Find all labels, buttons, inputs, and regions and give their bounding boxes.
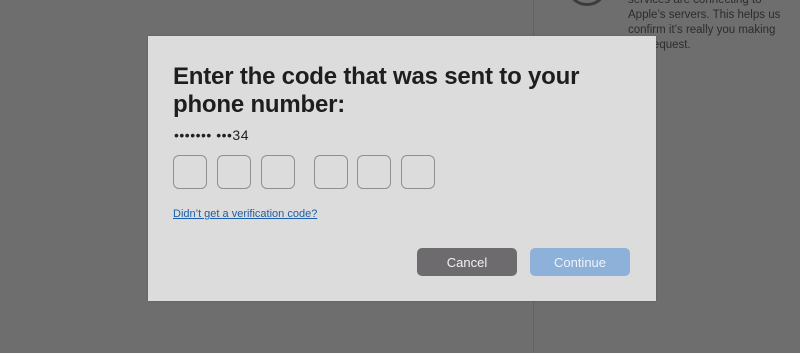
code-digit-1[interactable] bbox=[173, 155, 207, 189]
code-digit-6[interactable] bbox=[401, 155, 435, 189]
cancel-button[interactable]: Cancel bbox=[417, 248, 517, 276]
dialog-title: Enter the code that was sent to your pho… bbox=[173, 63, 633, 119]
verification-dialog: Enter the code that was sent to your pho… bbox=[148, 36, 656, 301]
continue-button[interactable]: Continue bbox=[530, 248, 630, 276]
masked-phone-number: ••••••• •••34 bbox=[174, 127, 249, 143]
code-digit-5[interactable] bbox=[357, 155, 391, 189]
sidebar-info-line: services are connecting to bbox=[628, 0, 762, 6]
dialog-title-line: phone number: bbox=[173, 91, 346, 118]
code-digit-4[interactable] bbox=[314, 155, 348, 189]
code-digit-2[interactable] bbox=[217, 155, 251, 189]
account-circle-icon bbox=[566, 0, 608, 6]
code-digit-3[interactable] bbox=[261, 155, 295, 189]
resend-code-link[interactable]: Didn’t get a verification code? bbox=[173, 208, 317, 220]
screen: services are connecting to Apple’s serve… bbox=[0, 0, 800, 353]
dialog-title-line: Enter the code that was sent to your bbox=[173, 63, 580, 90]
sidebar-info-line: Apple’s servers. This helps us bbox=[628, 9, 781, 21]
